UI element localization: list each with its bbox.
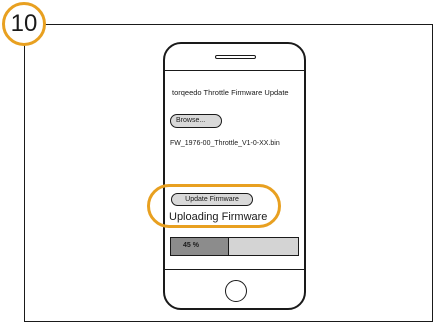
browse-button[interactable]: Browse... [170,114,222,128]
app-title: torqeedo Throttle Firmware Update [172,88,289,97]
upload-status-text: Uploading Firmware [169,211,268,223]
phone-outline [163,42,306,310]
progress-fill [171,238,230,255]
screen-bottom-edge [165,269,304,270]
step-number-badge: 10 [2,2,46,46]
screen-top-edge [165,70,304,71]
upload-progress-bar: 45 % [170,237,299,256]
selected-file-name: FW_1976-00_Throttle_V1-0-XX.bin [170,140,280,147]
update-firmware-button[interactable]: Update Firmware [171,193,253,206]
speaker-icon [215,55,256,59]
step-number: 10 [10,10,38,37]
progress-label: 45 % [183,242,199,249]
home-button-icon[interactable] [225,280,247,302]
